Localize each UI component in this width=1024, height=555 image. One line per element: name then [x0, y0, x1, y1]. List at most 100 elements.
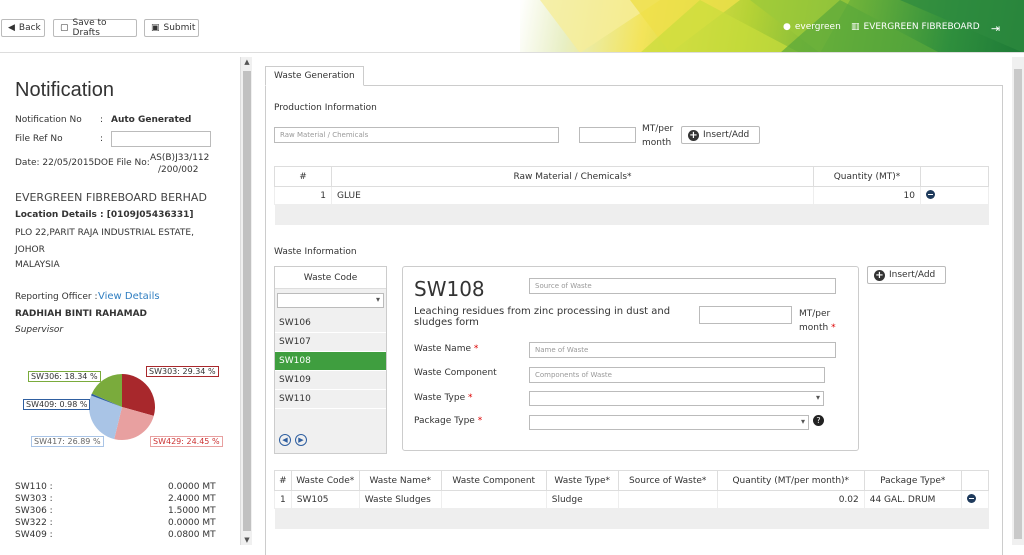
table-row: 1 SW105 Waste Sludges Sludge 0.02 44 GAL… [274, 490, 990, 509]
col-header: Quantity (MT)* [813, 166, 921, 187]
waste-info-title: Waste Information [274, 247, 357, 257]
waste-qty-input[interactable] [699, 306, 792, 324]
location-details: Location Details : [0109J05436331] [15, 210, 194, 220]
insert-waste-button[interactable]: + Insert/Add [867, 266, 946, 284]
col-header: # [274, 470, 292, 491]
package-type-select[interactable] [529, 415, 809, 430]
waste-component-input[interactable]: Components of Waste [529, 367, 825, 383]
waste-component-label: Waste Component [414, 368, 497, 378]
col-header: Quantity (MT/per month)* [716, 470, 865, 491]
company-name: EVERGREEN FIBREBOARD BERHAD [15, 191, 207, 204]
user-icon: ● [783, 22, 791, 32]
notification-sidebar: Notification Notification No : Auto Gene… [0, 57, 240, 545]
remove-icon[interactable] [926, 189, 935, 199]
total-code: SW110 : [15, 482, 53, 492]
pie-label-sw417: SW417: 26.89 % [31, 436, 104, 447]
unit-label-month: month * [799, 323, 836, 333]
col-header: Waste Code* [290, 470, 360, 491]
submit-button[interactable]: ▣ Submit [144, 19, 199, 37]
officer-label: Reporting Officer : [15, 292, 98, 302]
notif-no-label: Notification No [15, 115, 82, 125]
waste-code-item[interactable]: SW110 [275, 390, 386, 409]
address-state: JOHOR [15, 245, 45, 255]
col-header: Waste Type* [545, 470, 619, 491]
waste-code-item[interactable]: SW106 [275, 314, 386, 333]
notif-no-value: Auto Generated [111, 115, 192, 125]
total-code: SW303 : [15, 494, 53, 504]
view-details-link[interactable]: View Details [98, 291, 160, 302]
pie-label-sw306: SW306: 18.34 % [28, 371, 101, 382]
waste-type-select[interactable] [529, 391, 824, 406]
pie-label-sw429: SW429: 24.45 % [150, 436, 223, 447]
unit-label: MT/per [642, 124, 674, 134]
total-value: 0.0800 MT [168, 530, 216, 540]
next-icon[interactable]: ▶ [295, 434, 307, 446]
col-header: Package Type* [863, 470, 962, 491]
left-scrollbar[interactable]: ▲ ▼ [240, 57, 252, 545]
main-content: Waste Generation Production Information … [262, 63, 1008, 555]
date-text: Date: 22/05/2015 [15, 158, 95, 168]
total-value: 2.4000 MT [168, 494, 216, 504]
insert-raw-button[interactable]: + Insert/Add [681, 126, 760, 144]
pie-label-sw409: SW409: 0.98 % [23, 399, 91, 410]
waste-pie-chart [89, 374, 155, 440]
address-line: PLO 22,PARIT RAJA INDUSTRIAL ESTATE, [15, 228, 194, 238]
page-title: Notification [15, 79, 114, 101]
source-input[interactable]: Source of Waste [529, 278, 836, 294]
doe-value-2: /200/002 [158, 165, 199, 175]
tab-waste-generation[interactable]: Waste Generation [265, 66, 364, 86]
total-value: 0.0000 MT [168, 482, 216, 492]
remove-icon[interactable] [966, 493, 976, 503]
right-scrollbar[interactable] [1012, 57, 1024, 545]
total-code: SW409 : [15, 530, 53, 540]
back-button[interactable]: ◀ Back [1, 19, 45, 37]
total-code: SW322 : [15, 518, 53, 528]
col-header: # [274, 166, 332, 187]
production-table: # Raw Material / Chemicals* Quantity (MT… [274, 166, 989, 225]
pie-label-sw303: SW303: 29.34 % [146, 366, 219, 377]
save-icon: ▣ [151, 23, 160, 33]
waste-code-header: Waste Code [275, 267, 386, 289]
waste-code-item[interactable]: SW107 [275, 333, 386, 352]
total-value: 0.0000 MT [168, 518, 216, 528]
waste-description: Leaching residues from zinc processing i… [414, 306, 671, 328]
waste-generation-panel: Production Information Raw Material / Ch… [265, 85, 1003, 555]
top-bar: ◀ Back ▢ Save to Drafts ▣ Submit ● evergreen… [0, 0, 1024, 53]
unit-label: MT/per [799, 309, 831, 319]
back-arrow-icon: ◀ [8, 23, 15, 33]
doe-label: DOE File No: [94, 158, 150, 168]
prev-icon[interactable]: ◀ [279, 434, 291, 446]
company-menu[interactable]: ▥ EVERGREEN FIBREBOARD [851, 22, 980, 32]
production-title: Production Information [274, 103, 377, 113]
document-icon: ▢ [60, 23, 69, 33]
waste-code-item[interactable]: SW109 [275, 371, 386, 390]
quantity-input[interactable] [579, 127, 636, 143]
col-header: Raw Material / Chemicals* [331, 166, 814, 187]
col-header: Waste Name* [358, 470, 442, 491]
logout-icon[interactable]: ⇥ [991, 22, 1000, 35]
col-header: Source of Waste* [617, 470, 718, 491]
help-icon[interactable]: ? [813, 415, 824, 426]
address-country: MALAYSIA [15, 260, 60, 270]
save-drafts-button[interactable]: ▢ Save to Drafts [53, 18, 137, 38]
waste-type-label: Waste Type * [414, 393, 473, 403]
building-icon: ▥ [851, 22, 860, 32]
waste-table: # Waste Code* Waste Name* Waste Component Wa… [274, 470, 990, 529]
waste-name-label: Waste Name * [414, 344, 479, 354]
officer-role: Supervisor [15, 325, 64, 335]
total-value: 1.5000 MT [168, 506, 216, 516]
unit-label-month: month [642, 138, 672, 148]
waste-code-filter[interactable] [277, 293, 384, 308]
waste-name-input[interactable]: Name of Waste [529, 342, 836, 358]
waste-code-list: Waste Code SW106SW107SW108SW109SW110 ◀ ▶ [274, 266, 387, 454]
raw-material-input[interactable]: Raw Material / Chemicals [274, 127, 559, 143]
plus-icon: + [688, 129, 699, 141]
waste-detail-form: SW108 Source of Waste Leaching residues … [402, 266, 859, 451]
total-code: SW306 : [15, 506, 53, 516]
waste-code-title: SW108 [414, 277, 485, 301]
waste-code-item[interactable]: SW108 [275, 352, 386, 371]
user-menu[interactable]: ● evergreen [783, 22, 841, 32]
officer-name: RADHIAH BINTI RAHAMAD [15, 309, 148, 319]
package-type-label: Package Type * [414, 416, 483, 426]
file-ref-input[interactable] [111, 131, 211, 147]
